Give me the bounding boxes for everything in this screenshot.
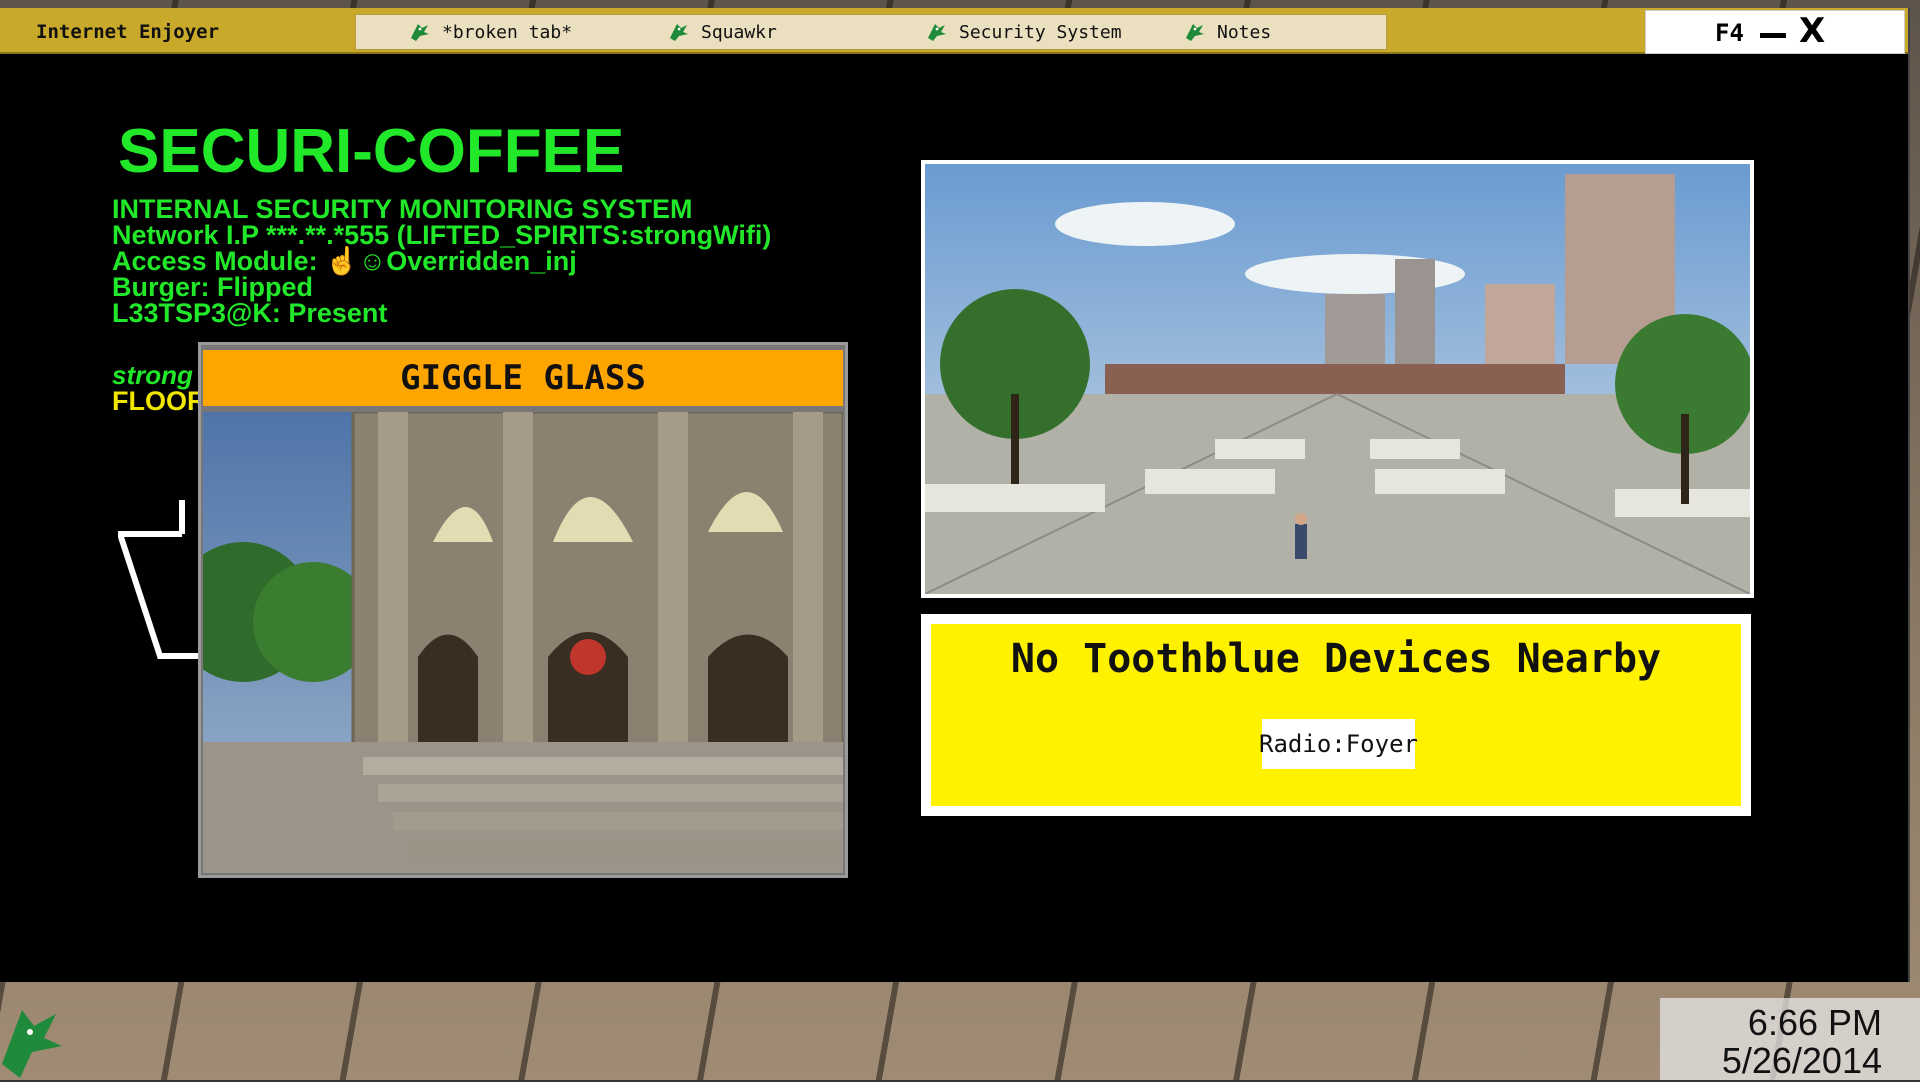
info-line: L33TSP3@K: Present	[112, 298, 388, 328]
tab-label: Squawkr	[701, 21, 777, 43]
tab-broken[interactable]: *broken tab*	[408, 19, 572, 45]
bluetooth-panel-body: No Toothblue Devices Nearby Radio:Foyer	[931, 624, 1741, 806]
camera-feed-image	[203, 412, 843, 873]
app-title: Internet Enjoyer	[36, 21, 220, 43]
tab-label: *broken tab*	[442, 21, 573, 43]
crocodile-icon	[1186, 24, 1204, 41]
system-info: INTERNAL SECURITY MONITORING SYSTEM Netw…	[112, 194, 872, 328]
tab-squawkr[interactable]: Squawkr	[667, 19, 777, 45]
f4-button[interactable]: F4	[1715, 19, 1744, 47]
close-button[interactable]: X	[1799, 14, 1825, 48]
window-controls: F4 X	[1645, 10, 1905, 54]
info-line: INTERNAL SECURITY MONITORING SYSTEM	[112, 194, 693, 224]
info-line: Network I.P ***.**.*555 (LIFTED_SPIRITS:…	[112, 220, 772, 250]
crocodile-icon	[411, 24, 429, 41]
bluetooth-panel: No Toothblue Devices Nearby Radio:Foyer	[921, 614, 1751, 816]
bluetooth-status: No Toothblue Devices Nearby	[1010, 636, 1662, 682]
browser-window: Internet Enjoyer *broken tab* Squawkr Se…	[0, 8, 1910, 982]
minimize-button[interactable]	[1760, 33, 1786, 38]
crocodile-icon	[670, 24, 688, 41]
tab-notes[interactable]: Notes	[1183, 19, 1271, 45]
crocodile-start-icon[interactable]	[0, 1004, 64, 1080]
tab-label: Notes	[1217, 21, 1272, 43]
coffee-cup-icon	[118, 500, 208, 659]
crocodile-icon	[928, 24, 946, 41]
taskbar-clock: 6:66 PM 5/26/2014	[1660, 998, 1920, 1081]
title-bar: Internet Enjoyer *broken tab* Squawkr Se…	[0, 8, 1908, 54]
page-title: SECURI-COFFEE	[118, 117, 625, 186]
camera-title: GIGGLE GLASS	[203, 350, 843, 406]
info-line: Access Module: ☝☺Overridden_inj	[112, 246, 577, 276]
camera-card[interactable]: GIGGLE GLASS	[198, 342, 848, 878]
clock-date: 5/26/2014	[1721, 1040, 1882, 1081]
radio-foyer-button[interactable]: Radio:Foyer	[1259, 719, 1418, 769]
clock-time: 6:66 PM	[1747, 1002, 1882, 1043]
tab-label: Security System	[959, 21, 1122, 43]
tab-strip: *broken tab* Squawkr Security System Not…	[355, 14, 1387, 50]
tab-security-system[interactable]: Security System	[925, 19, 1122, 45]
info-line: Burger: Flipped	[112, 272, 313, 302]
city-camera-feed-image	[921, 160, 1754, 598]
